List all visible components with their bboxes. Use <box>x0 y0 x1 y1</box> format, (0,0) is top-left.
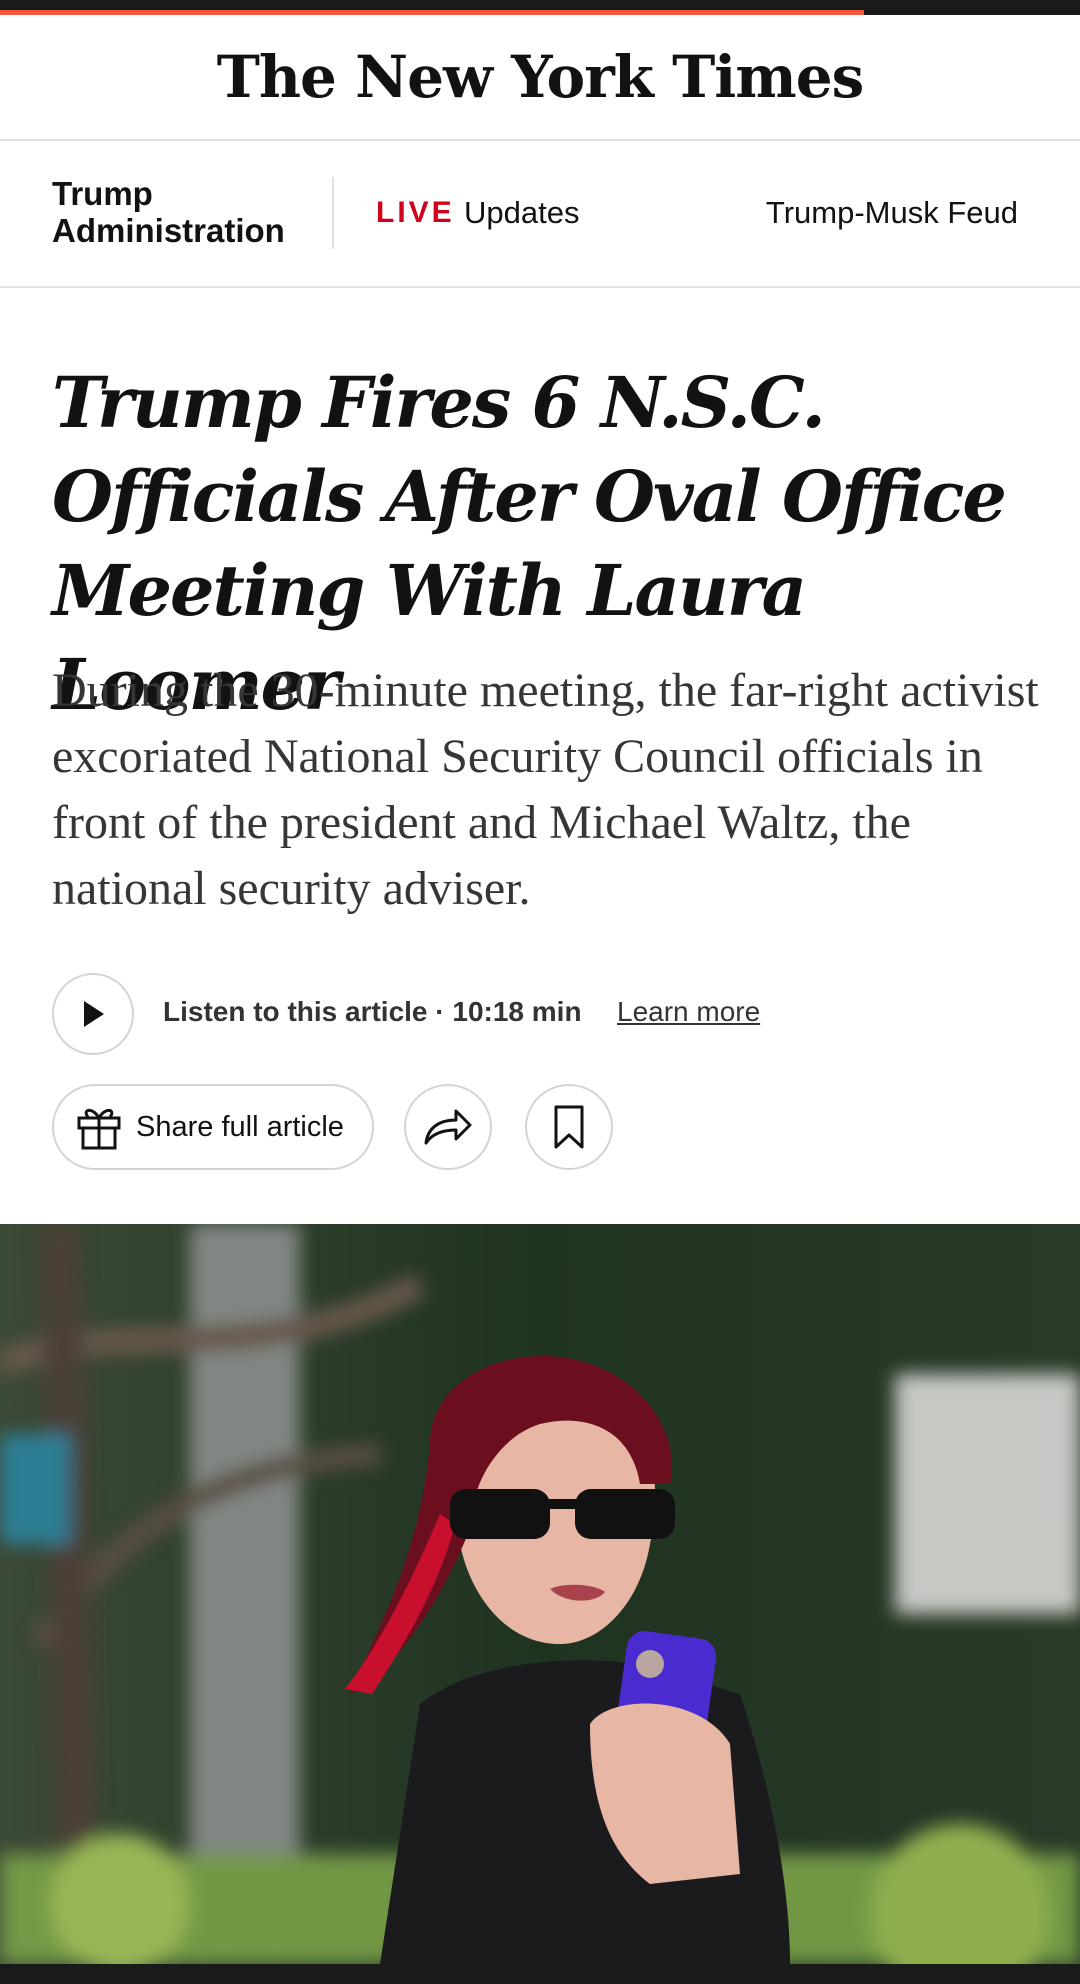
bookmark-icon <box>554 1105 584 1149</box>
nyt-logo[interactable]: The New York Times <box>217 43 865 111</box>
gift-icon <box>77 1108 121 1150</box>
play-icon <box>84 1001 104 1027</box>
top-bar <box>0 0 1080 15</box>
masthead[interactable]: The New York Times <box>0 15 1080 141</box>
share-button[interactable] <box>404 1084 492 1170</box>
share-arrow-icon <box>424 1109 472 1145</box>
topic-link[interactable]: Trump-Musk Feud <box>766 195 1018 231</box>
live-updates-link[interactable]: Updates <box>464 195 579 231</box>
lead-photo[interactable] <box>0 1224 1080 1964</box>
share-full-label: Share full article <box>136 1110 344 1143</box>
section-subnav: Trump Administration LIVE Updates Trump-… <box>0 141 1080 288</box>
lead-photo-image <box>0 1224 1080 1964</box>
nav-divider <box>332 177 334 249</box>
learn-more-link[interactable]: Learn more <box>617 996 760 1028</box>
article-summary: During the 30-minute meeting, the far-ri… <box>52 664 1039 915</box>
listen-label: Listen to this article · 10:18 min <box>163 996 582 1027</box>
save-button[interactable] <box>525 1084 613 1170</box>
bottom-bar <box>0 1964 1080 1984</box>
share-full-article-button[interactable]: Share full article <box>52 1084 374 1170</box>
section-title[interactable]: Trump Administration <box>52 175 312 249</box>
play-audio-button[interactable] <box>52 973 134 1055</box>
live-badge[interactable]: LIVE <box>376 196 455 230</box>
